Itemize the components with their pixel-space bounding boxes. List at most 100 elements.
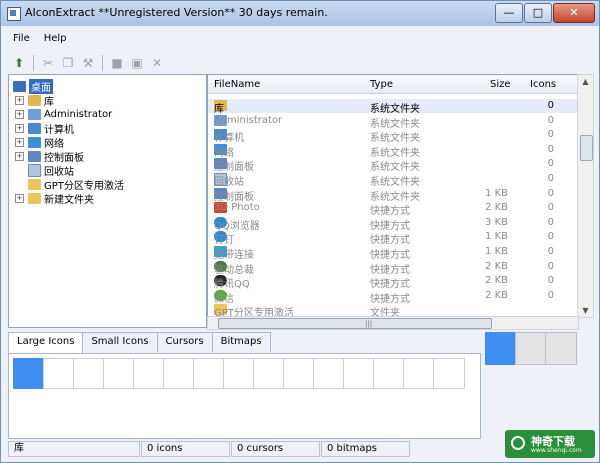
file-icon-count: 0 — [547, 275, 554, 287]
close-button[interactable]: ✕ — [553, 3, 595, 23]
app-window: AIconExtract **Unregistered Version** 30… — [0, 0, 600, 463]
preview-cell — [485, 332, 517, 365]
tree-item-new-folder[interactable]: + 新建文件夹 — [15, 191, 94, 206]
file-list[interactable]: FileName Type Size Icons 库 系统文件夹 0 Admin… — [207, 74, 579, 318]
expand-toggle[interactable]: + — [15, 193, 24, 203]
copy-icon[interactable]: ❐ — [60, 55, 76, 71]
stop-icon[interactable]: ■ — [109, 55, 125, 71]
table-row[interactable]: 控制面板 系统文件夹 0 — [208, 157, 578, 173]
icon-cell[interactable] — [193, 358, 225, 389]
tab-cursors[interactable]: Cursors — [156, 332, 213, 352]
icon-cell[interactable] — [103, 358, 135, 389]
extract-icon[interactable]: ⚒ — [80, 55, 96, 71]
menu-bar: File Help — [7, 31, 73, 49]
tree-item-control-panel[interactable]: + 控制面板 — [15, 149, 84, 164]
icon-cell[interactable] — [133, 358, 165, 389]
file-size: 2 KB — [485, 275, 508, 287]
horizontal-scrollbar[interactable]: ||| — [207, 316, 579, 330]
icon-cell[interactable] — [283, 358, 315, 389]
table-row[interactable]: 库 系统文件夹 0 — [208, 99, 578, 115]
table-row[interactable]: 微信 快捷方式 2 KB 0 — [208, 289, 578, 305]
table-row[interactable]: QQ浏览器 快捷方式 3 KB 0 — [208, 216, 578, 232]
expand-toggle[interactable]: + — [15, 109, 24, 119]
file-icon-count: 0 — [547, 143, 554, 155]
scroll-thumb[interactable] — [580, 135, 593, 161]
tab-bar: Large Icons Small Icons Cursors Bitmaps — [8, 332, 271, 354]
status-icons: 0 icons — [141, 441, 230, 457]
cut-icon[interactable]: ✂ — [40, 55, 56, 71]
status-bar: 库 0 icons 0 cursors 0 bitmaps — [8, 441, 584, 457]
table-row[interactable]: 网络 系统文件夹 0 — [208, 143, 578, 159]
table-row[interactable]: 控制面板 系统文件夹 1 KB 0 — [208, 187, 578, 203]
tree-item-library[interactable]: + 库 — [15, 93, 54, 108]
file-icon-count: 0 — [547, 231, 554, 243]
tree-item-network[interactable]: + 网络 — [15, 135, 64, 150]
tab-small-icons[interactable]: Small Icons — [82, 332, 158, 352]
tree-item-gpt-folder[interactable]: GPT分区专用激活 — [28, 177, 124, 192]
save-icon[interactable]: ▣ — [129, 55, 145, 71]
up-folder-icon[interactable]: ⬆ — [11, 55, 27, 71]
tree-item-recycle-bin[interactable]: 回收站 — [28, 163, 74, 178]
tree-item-label: 回收站 — [44, 166, 74, 178]
grip-icon: ||| — [365, 320, 373, 328]
table-row[interactable]: 3D Photo 快捷方式 2 KB 0 — [208, 201, 578, 217]
icon-cell[interactable] — [43, 358, 75, 389]
table-row[interactable]: 计算机 系统文件夹 0 — [208, 128, 578, 144]
logo-icon — [511, 436, 525, 450]
icon-cell[interactable] — [313, 358, 345, 389]
icon-grid[interactable] — [8, 353, 481, 439]
expand-toggle[interactable]: + — [15, 151, 24, 161]
file-size: 1 KB — [485, 246, 508, 257]
scroll-thumb[interactable]: ||| — [218, 318, 492, 329]
icon-cell[interactable] — [373, 358, 405, 389]
table-row[interactable]: Administrator 系统文件夹 0 — [208, 114, 578, 130]
table-row[interactable]: 回收站 系统文件夹 0 — [208, 172, 578, 188]
column-header-type[interactable]: Type — [370, 79, 393, 90]
icon-cell[interactable] — [163, 358, 195, 389]
desktop-icon — [13, 80, 26, 92]
tree-item-administrator[interactable]: + Administrator — [15, 107, 112, 121]
minimize-button[interactable]: — — [495, 3, 523, 23]
status-bitmaps: 0 bitmaps — [321, 441, 410, 457]
file-icon-count: 0 — [547, 173, 554, 184]
scroll-down-icon[interactable]: ▼ — [580, 306, 591, 315]
icon-cell[interactable] — [253, 358, 285, 389]
expand-toggle[interactable]: + — [15, 123, 24, 133]
scroll-up-icon[interactable]: ▲ — [580, 77, 591, 86]
title-bar[interactable]: AIconExtract **Unregistered Version** 30… — [1, 1, 599, 26]
expand-toggle[interactable]: + — [15, 137, 24, 147]
icon-cell[interactable] — [223, 358, 255, 389]
maximize-button[interactable]: □ — [524, 3, 552, 23]
icon-cell[interactable] — [73, 358, 105, 389]
watermark-logo: 神奇下载 www.shenqi.com — [505, 430, 595, 458]
delete-icon[interactable]: ✕ — [149, 55, 165, 71]
file-icon-count: 0 — [547, 158, 554, 170]
icon-cell[interactable] — [403, 358, 435, 389]
column-header-size[interactable]: Size — [490, 79, 511, 90]
folder-tree[interactable]: 桌面 + 库 + Administrator + 计算机 + 网络 + 控制面板 — [8, 74, 207, 328]
icon-cell[interactable] — [343, 358, 375, 389]
column-header-icons[interactable]: Icons — [530, 79, 556, 90]
menu-help[interactable]: Help — [38, 31, 73, 49]
table-row[interactable]: 驱动总裁 快捷方式 2 KB 0 — [208, 260, 578, 276]
tab-bitmaps[interactable]: Bitmaps — [211, 332, 271, 352]
folder-icon — [28, 178, 41, 190]
file-size: 2 KB — [485, 260, 508, 272]
table-row[interactable]: 腾讯QQ 快捷方式 2 KB 0 — [208, 274, 578, 290]
menu-file[interactable]: File — [7, 31, 36, 49]
table-row[interactable]: 宽带连接 快捷方式 1 KB 0 — [208, 245, 578, 261]
expand-toggle[interactable]: + — [15, 95, 24, 105]
tab-large-icons[interactable]: Large Icons — [8, 332, 84, 354]
file-icon-count: 0 — [547, 202, 554, 214]
tree-item-computer[interactable]: + 计算机 — [15, 121, 74, 136]
table-row[interactable]: 钉钉 快捷方式 1 KB 0 — [208, 230, 578, 246]
file-icon-count: 0 — [547, 260, 554, 272]
icon-cell[interactable] — [433, 358, 465, 389]
icon-cell[interactable] — [13, 358, 45, 389]
tree-item-desktop[interactable]: 桌面 — [13, 78, 53, 94]
file-icon-count: 0 — [547, 114, 554, 126]
window-controls: — □ ✕ — [495, 3, 595, 23]
column-header-filename[interactable]: FileName — [214, 79, 260, 90]
control-panel-icon — [28, 150, 41, 162]
vertical-scrollbar[interactable]: ▲ ▼ — [577, 74, 594, 318]
